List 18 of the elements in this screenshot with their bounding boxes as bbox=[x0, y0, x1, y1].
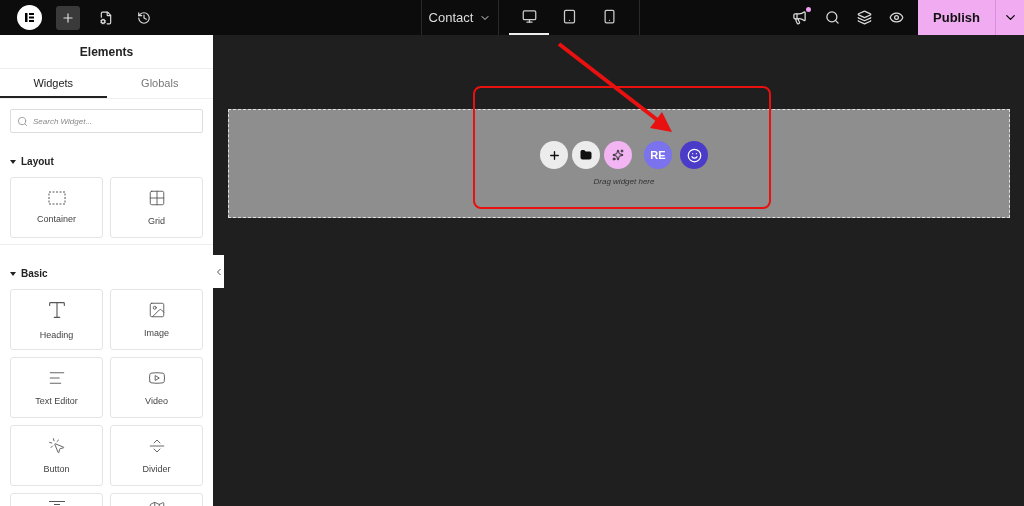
panel-tab[interactable]: Globals bbox=[106, 69, 213, 98]
widget-card[interactable]: Heading bbox=[10, 289, 103, 350]
widget-card[interactable]: Text Editor bbox=[10, 357, 103, 418]
widget-card[interactable]: Container bbox=[10, 177, 103, 238]
widget-card[interactable]: Divider bbox=[110, 425, 203, 486]
widget-card[interactable]: Button bbox=[10, 425, 103, 486]
panel-tab[interactable]: Widgets bbox=[0, 69, 107, 98]
drop-hint: Drag widget here bbox=[593, 177, 655, 186]
publish-button[interactable]: Publish bbox=[918, 0, 995, 35]
panel-title: Elements bbox=[0, 35, 213, 69]
search-field[interactable]: Search Widget... bbox=[10, 109, 203, 133]
widget-card[interactable]: Grid bbox=[110, 177, 203, 238]
page-selector[interactable]: Contact bbox=[421, 0, 499, 35]
widget-card[interactable]: Image bbox=[110, 289, 203, 350]
plugin-logo-button[interactable]: RE bbox=[644, 141, 672, 169]
section-header[interactable]: Layout bbox=[0, 156, 213, 167]
widget-card[interactable]: Video bbox=[110, 357, 203, 418]
section-header[interactable]: Basic bbox=[0, 268, 213, 279]
